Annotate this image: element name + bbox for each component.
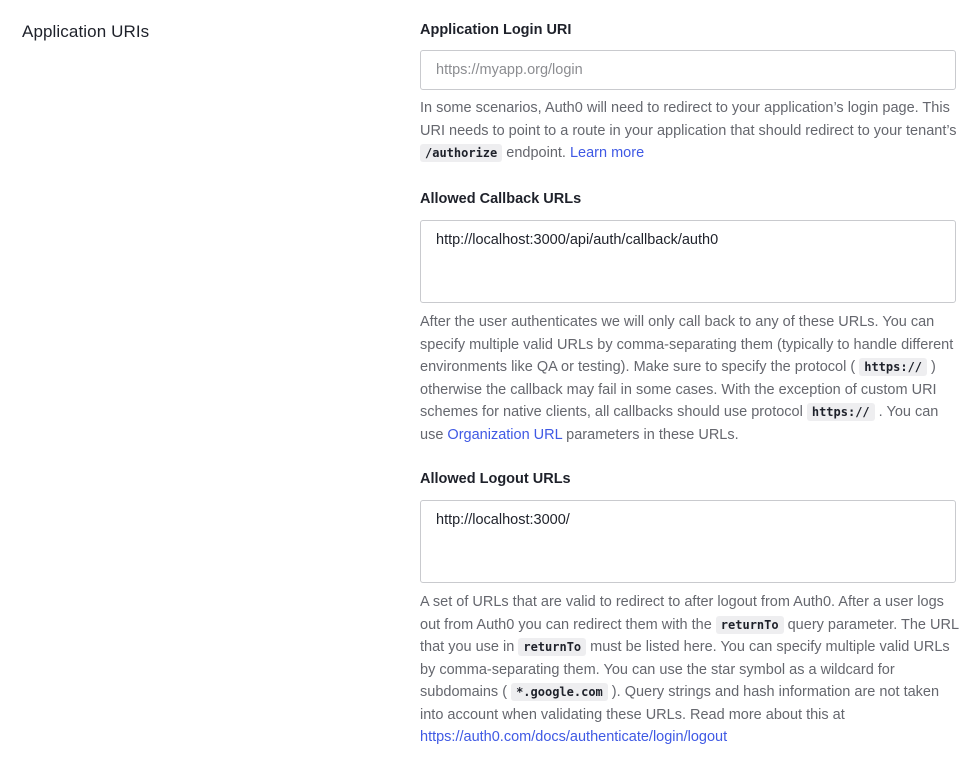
code-wildcard: *.google.com [511,683,608,701]
callback-urls-textarea[interactable]: http://localhost:3000/api/auth/callback/… [420,220,956,303]
code-https: https:// [859,358,928,376]
learn-more-link[interactable]: Learn more [570,145,644,161]
code-https: https:// [806,403,875,421]
logout-urls-value: http://localhost:3000/ [436,512,570,528]
code-returnto: returnTo [715,615,784,634]
help-text: In some scenarios, Auth0 will need to re… [420,100,957,139]
help-text: parameters in these URLs. [562,426,739,443]
help-text: endpoint. [502,145,570,161]
organization-url-link[interactable]: Organization URL [447,427,562,443]
logout-urls-label: Allowed Logout URLs [420,471,571,487]
callback-urls-help: After the user authenticates we will onl… [420,311,960,446]
logout-urls-textarea[interactable]: http://localhost:3000/ [420,500,956,583]
callback-urls-value: http://localhost:3000/api/auth/callback/… [436,232,719,248]
section-title: Application URIs [22,22,150,41]
code-returnto: returnTo [518,638,587,656]
login-uri-help: In some scenarios, Auth0 will need to re… [420,97,960,165]
logout-docs-link[interactable]: https://auth0.com/docs/authenticate/logi… [420,729,727,745]
callback-urls-label: Allowed Callback URLs [420,191,582,207]
code-authorize: /authorize [420,144,503,162]
logout-urls-help: A set of URLs that are valid to redirect… [420,591,960,749]
login-uri-placeholder: https://myapp.org/login [436,62,583,78]
login-uri-input[interactable]: https://myapp.org/login [420,50,956,90]
login-uri-label: Application Login URI [420,22,572,38]
